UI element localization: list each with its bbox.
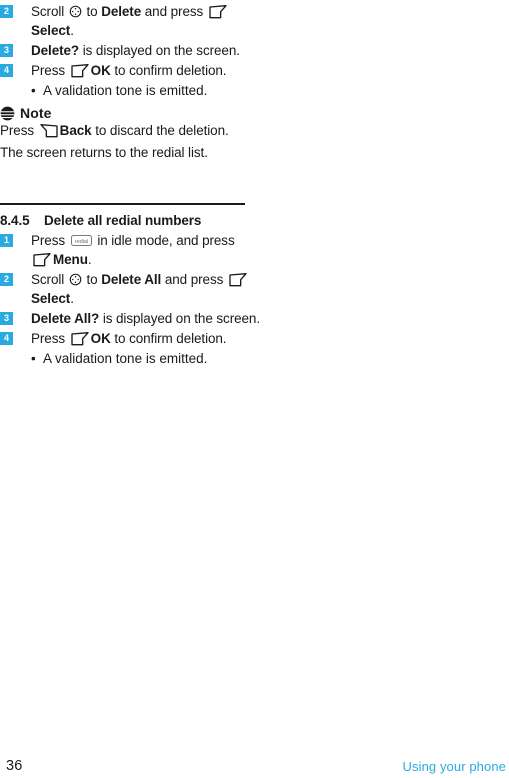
step-text-bold: OK: [90, 63, 111, 78]
softkey-left-icon: [228, 273, 248, 287]
section-number: 8.4.5: [0, 213, 30, 229]
softkey-left-icon: [70, 64, 90, 78]
softkey-left-icon: [208, 5, 228, 19]
step-row: 3 Delete All? is displayed on the screen…: [0, 309, 260, 328]
step-text-post: to confirm deletion.: [110, 331, 227, 347]
step-text: Press redial in idle mode, and press Men…: [13, 231, 260, 269]
section-8-4-5: 8.4.5 Delete all redial numbers 1 Press …: [0, 203, 260, 368]
bullet-item: • A validation tone is emitted.: [0, 349, 260, 368]
step-text-mid: in idle mode, and press: [93, 233, 235, 249]
page-content: 2 Scroll to Delete and press Select. 3 D…: [0, 0, 260, 368]
footer-chapter-label: Using your phone: [402, 759, 506, 774]
step-badge: 4: [0, 332, 13, 346]
softkey-right-icon: [39, 124, 59, 138]
step-text-bold: Delete: [101, 4, 142, 19]
step-text-post: is displayed on the screen.: [99, 311, 260, 327]
step-text: Delete? is displayed on the screen.: [13, 41, 260, 60]
step-text-post: .: [70, 291, 74, 307]
nav-key-icon: [69, 272, 82, 286]
procedure-delete-one: 2 Scroll to Delete and press Select. 3 D…: [0, 2, 260, 100]
note-block: Note Press Back to discard the deletion.…: [0, 105, 260, 162]
nav-key-icon: [69, 4, 82, 18]
note-heading: Note: [20, 105, 52, 121]
svg-text:redial: redial: [75, 239, 88, 245]
step-text-bold2: Select: [31, 291, 71, 307]
note-text-post: to discard the deletion.: [91, 123, 229, 138]
step-row: 4 Press OK to confirm deletion.: [0, 329, 260, 348]
step-text-mid: to: [82, 4, 102, 19]
note-icon: [0, 106, 15, 121]
step-text-bold: Delete All: [101, 272, 162, 288]
step-row: 1 Press redial in idle mode, and press M…: [0, 231, 260, 269]
step-text-bold: Menu: [53, 252, 88, 268]
step-text-bold2: Select: [31, 23, 71, 38]
step-text-post: .: [87, 252, 92, 268]
step-row: 3 Delete? is displayed on the screen.: [0, 41, 260, 60]
step-badge: 3: [0, 44, 13, 57]
step-text-post: is displayed on the screen.: [79, 43, 240, 58]
manual-page: 2 Scroll to Delete and press Select. 3 D…: [0, 0, 509, 778]
softkey-left-icon: [32, 253, 52, 267]
step-badge: 2: [0, 5, 13, 18]
step-text: Scroll to Delete and press Select.: [13, 2, 260, 40]
note-text-bold: Back: [59, 123, 92, 138]
step-text-pre: Scroll: [31, 272, 68, 288]
step-badge: 2: [0, 273, 13, 287]
bullet-dot: •: [31, 351, 36, 367]
step-row: 2 Scroll to Delete and press Select.: [0, 2, 260, 40]
redial-key-icon: redial: [70, 232, 92, 247]
step-text-mid2: and press: [141, 4, 207, 19]
step-text-pre: Press: [31, 63, 69, 78]
page-footer: 36 Using your phone: [0, 758, 509, 778]
step-text: Press OK to confirm deletion.: [13, 329, 260, 348]
step-row: 2 Scroll to Delete All and press Select.: [0, 270, 260, 308]
note-line-1: Press Back to discard the deletion.: [0, 121, 260, 140]
page-number: 36: [6, 758, 23, 774]
bullet-item: • A validation tone is emitted.: [0, 81, 260, 100]
note-text-pre: Press: [0, 123, 38, 138]
section-divider: [0, 203, 245, 206]
step-text-bold: Delete All?: [31, 311, 100, 327]
step-badge: 1: [0, 234, 13, 248]
section-title: Delete all redial numbers: [44, 213, 202, 229]
step-row: 4 Press OK to confirm deletion.: [0, 61, 260, 80]
step-text: Delete All? is displayed on the screen.: [13, 309, 260, 328]
softkey-left-icon: [70, 332, 90, 346]
step-text-bold: Delete?: [31, 43, 80, 58]
step-badge: 3: [0, 312, 13, 326]
bullet-text: A validation tone is emitted.: [43, 83, 208, 98]
step-text-pre: Scroll: [31, 4, 68, 19]
step-text-post: to confirm deletion.: [110, 63, 227, 78]
step-text-mid2: and press: [161, 272, 227, 288]
step-text: Press OK to confirm deletion.: [13, 61, 260, 80]
step-text-pre: Press: [31, 331, 69, 347]
section-heading: 8.4.5 Delete all redial numbers: [0, 213, 260, 228]
bullet-dot: •: [31, 83, 36, 98]
step-text-post: .: [70, 23, 74, 38]
bullet-text: A validation tone is emitted.: [43, 351, 208, 367]
note-line-2: The screen returns to the redial list.: [0, 145, 208, 160]
step-text-bold: OK: [90, 331, 111, 347]
step-text: Scroll to Delete All and press Select.: [13, 270, 260, 308]
step-text-pre: Press: [31, 233, 69, 249]
note-heading-row: Note: [0, 105, 260, 121]
step-badge: 4: [0, 64, 13, 77]
step-text-mid: to: [82, 272, 102, 288]
